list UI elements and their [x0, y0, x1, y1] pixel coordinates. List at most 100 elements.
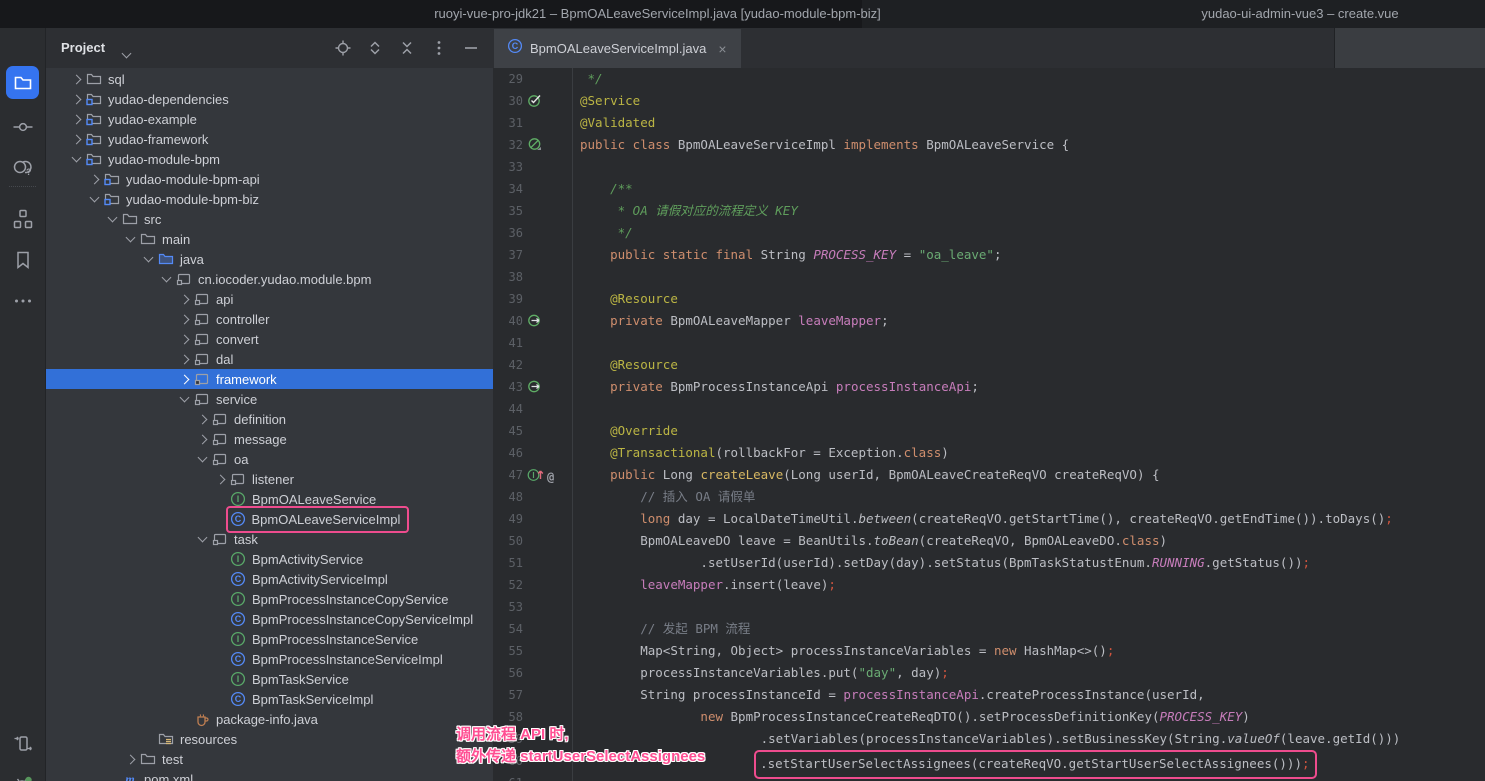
autowire-icon[interactable] [527, 379, 542, 399]
tree-item-yudao-module-bpm-api[interactable]: yudao-module-bpm-api [46, 169, 493, 189]
gutter-icons[interactable] [527, 379, 542, 399]
code-line-45[interactable]: 45 @Override [493, 420, 1485, 442]
chevron-down-icon[interactable] [194, 450, 212, 468]
autowire-icon[interactable] [527, 313, 542, 333]
code-line-50[interactable]: 50 BpmOALeaveDO leave = BeanUtils.toBean… [493, 530, 1485, 552]
code-line-46[interactable]: 46 @Transactional(rollbackFor = Exceptio… [493, 442, 1485, 464]
tree-item-api[interactable]: api [46, 289, 493, 309]
code-line-52[interactable]: 52 leaveMapper.insert(leave); [493, 574, 1485, 596]
line-number[interactable]: 53 [493, 596, 523, 618]
chevron-down-icon[interactable] [176, 390, 194, 408]
code-line-38[interactable]: 38 [493, 266, 1485, 288]
line-number[interactable]: 48 [493, 486, 523, 508]
chevron-down-icon[interactable] [122, 230, 140, 248]
chevron-right-icon[interactable] [86, 170, 104, 188]
code-line-41[interactable]: 41 [493, 332, 1485, 354]
code-line-55[interactable]: 55 Map<String, Object> processInstanceVa… [493, 640, 1485, 662]
tree-item-src[interactable]: src [46, 209, 493, 229]
chevron-right-icon[interactable] [194, 430, 212, 448]
options-icon[interactable] [429, 38, 449, 58]
tree-item-bpmprocessinstanceservice[interactable]: IBpmProcessInstanceService [46, 629, 493, 649]
code-line-33[interactable]: 33 [493, 156, 1485, 178]
chevron-right-icon[interactable] [212, 470, 230, 488]
line-number[interactable]: 56 [493, 662, 523, 684]
tree-item-bpmtaskserviceimpl[interactable]: CBpmTaskServiceImpl [46, 689, 493, 709]
line-number[interactable]: 38 [493, 266, 523, 288]
line-number[interactable]: 46 [493, 442, 523, 464]
gutter-icons[interactable] [527, 313, 542, 333]
impl-icon[interactable]: I [527, 467, 544, 487]
tree-item-controller[interactable]: controller [46, 309, 493, 329]
code-line-53[interactable]: 53 [493, 596, 1485, 618]
chevron-right-icon[interactable] [176, 290, 194, 308]
chevron-right-icon[interactable] [176, 350, 194, 368]
code-line-43[interactable]: 43 private BpmProcessInstanceApi process… [493, 376, 1485, 398]
code-line-40[interactable]: 40 private BpmOALeaveMapper leaveMapper; [493, 310, 1485, 332]
code-line-31[interactable]: 31@Validated [493, 112, 1485, 134]
chevron-down-icon[interactable] [104, 210, 122, 228]
structure-icon[interactable] [6, 202, 39, 235]
line-number[interactable]: 30 [493, 90, 523, 112]
line-number[interactable]: 44 [493, 398, 523, 420]
line-number[interactable]: 31 [493, 112, 523, 134]
tree-item-resources[interactable]: resources [46, 729, 493, 749]
tree-item-message[interactable]: message [46, 429, 493, 449]
line-number[interactable]: 34 [493, 178, 523, 200]
code-line-39[interactable]: 39 @Resource [493, 288, 1485, 310]
line-number[interactable]: 52 [493, 574, 523, 596]
tree-item-bpmprocessinstanceserviceimpl[interactable]: CBpmProcessInstanceServiceImpl [46, 649, 493, 669]
expand-all-icon[interactable] [365, 38, 385, 58]
tree-item-package-info-java[interactable]: package-info.java [46, 709, 493, 729]
line-number[interactable]: 42 [493, 354, 523, 376]
line-number[interactable]: 36 [493, 222, 523, 244]
line-number[interactable]: 39 [493, 288, 523, 310]
collapse-all-icon[interactable] [397, 38, 417, 58]
code-line-48[interactable]: 48 // 插入 OA 请假单 [493, 486, 1485, 508]
tree-item-convert[interactable]: convert [46, 329, 493, 349]
line-number[interactable]: 51 [493, 552, 523, 574]
chevron-right-icon[interactable] [176, 370, 194, 388]
chevron-right-icon[interactable] [68, 130, 86, 148]
tree-item-yudao-module-bpm-biz[interactable]: yudao-module-bpm-biz [46, 189, 493, 209]
code-line-42[interactable]: 42 @Resource [493, 354, 1485, 376]
tree-item-service[interactable]: service [46, 389, 493, 409]
code-line-29[interactable]: 29 */ [493, 68, 1485, 90]
chevron-right-icon[interactable] [176, 330, 194, 348]
tree-item-yudao-dependencies[interactable]: yudao-dependencies [46, 89, 493, 109]
hide-icon[interactable] [461, 38, 481, 58]
line-number[interactable]: 50 [493, 530, 523, 552]
services-icon[interactable] [6, 726, 39, 759]
more-icon[interactable] [6, 284, 39, 317]
tree-item-framework[interactable]: framework [46, 369, 493, 389]
line-number[interactable]: 54 [493, 618, 523, 640]
tree-item-cn-iocoder-yudao-module-bpm[interactable]: cn.iocoder.yudao.module.bpm [46, 269, 493, 289]
code-line-54[interactable]: 54 // 发起 BPM 流程 [493, 618, 1485, 640]
tree-item-java[interactable]: java [46, 249, 493, 269]
code-line-49[interactable]: 49 long day = LocalDateTimeUtil.between(… [493, 508, 1485, 530]
tree-item-definition[interactable]: definition [46, 409, 493, 429]
code-line-34[interactable]: 34 /** [493, 178, 1485, 200]
gutter-icons[interactable] [527, 93, 542, 113]
tree-item-bpmoaleaveserviceimpl[interactable]: CBpmOALeaveServiceImpl [46, 509, 493, 529]
line-number[interactable]: 55 [493, 640, 523, 662]
code-line-61[interactable]: 61 [493, 772, 1485, 781]
tree-item-dal[interactable]: dal [46, 349, 493, 369]
tree-item-bpmprocessinstancecopyserviceimpl[interactable]: CBpmProcessInstanceCopyServiceImpl [46, 609, 493, 629]
editor-tab[interactable]: C BpmOALeaveServiceImpl.java × [494, 29, 741, 68]
code-line-36[interactable]: 36 */ [493, 222, 1485, 244]
project-panel-title[interactable]: Project [61, 28, 105, 68]
chevron-down-icon[interactable] [158, 270, 176, 288]
pull-requests-icon[interactable]: ? [6, 151, 39, 184]
bean-check-icon[interactable] [527, 93, 542, 113]
tree-item-bpmactivityservice[interactable]: IBpmActivityService [46, 549, 493, 569]
tree-item-oa[interactable]: oa [46, 449, 493, 469]
tree-item-task[interactable]: task [46, 529, 493, 549]
chevron-down-icon[interactable] [68, 150, 86, 168]
code-line-51[interactable]: 51 .setUserId(userId).setDay(day).setSta… [493, 552, 1485, 574]
commit-icon[interactable] [6, 110, 39, 143]
chevron-down-icon[interactable] [140, 250, 158, 268]
code-line-57[interactable]: 57 String processInstanceId = processIns… [493, 684, 1485, 706]
chevron-right-icon[interactable] [194, 410, 212, 428]
code-line-47[interactable]: 47I@ public Long createLeave(Long userId… [493, 464, 1485, 486]
line-number[interactable]: 32 [493, 134, 523, 156]
